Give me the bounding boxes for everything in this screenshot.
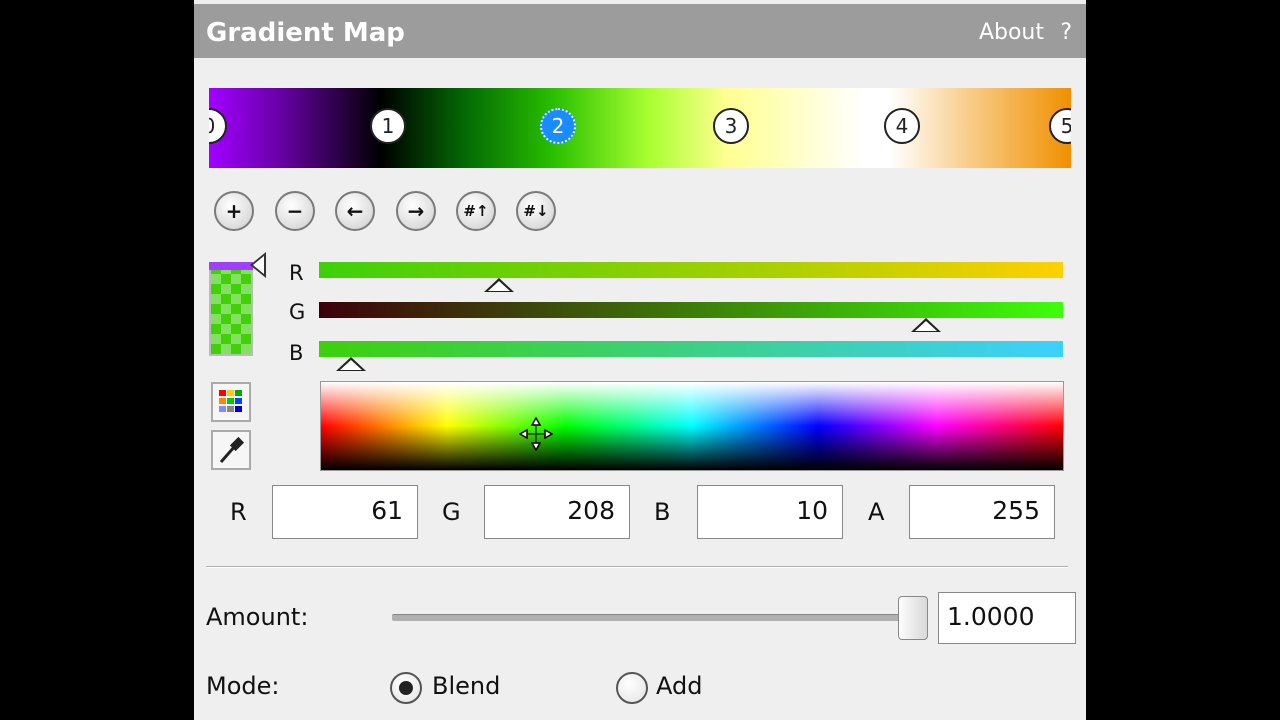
add-stop-button[interactable]: +: [214, 191, 254, 231]
gradient-bar[interactable]: 0 1 2 3 4 5: [209, 88, 1071, 168]
move-stop-right-button[interactable]: →: [396, 191, 436, 231]
blend-label[interactable]: Blend: [432, 672, 500, 700]
g-channel-slider[interactable]: [319, 302, 1063, 318]
move-stop-left-button[interactable]: ←: [335, 191, 375, 231]
add-label[interactable]: Add: [656, 672, 702, 700]
b-channel-label: B: [289, 341, 304, 365]
b-value-field[interactable]: 10: [697, 485, 843, 539]
amount-slider-track[interactable]: [392, 614, 922, 621]
stop-down-icon: #↓: [523, 202, 549, 220]
move-left-icon: ←: [346, 199, 364, 223]
gradient-stop-3[interactable]: 3: [713, 108, 749, 144]
mode-label: Mode:: [206, 672, 280, 700]
picker-crosshair-icon[interactable]: [519, 417, 553, 451]
b-channel-slider[interactable]: [319, 341, 1063, 357]
eyedropper-button[interactable]: [211, 430, 251, 470]
gradient-stop-1[interactable]: 1: [370, 108, 406, 144]
add-stop-icon: +: [225, 199, 243, 223]
about-link[interactable]: About: [979, 20, 1044, 45]
r-channel-thumb[interactable]: [484, 278, 514, 292]
r-value-field[interactable]: 61: [272, 485, 418, 539]
palette-icon: [219, 390, 242, 412]
b-channel-thumb[interactable]: [336, 357, 366, 371]
color-swatch: [209, 262, 253, 356]
stop-up-icon: #↑: [463, 202, 489, 220]
gradient-stop-2-selected[interactable]: 2: [540, 108, 576, 144]
swatch-pointer-inner: [253, 256, 264, 274]
b-value-label: B: [654, 498, 671, 526]
window-title: Gradient Map: [206, 18, 405, 48]
g-value-label: G: [442, 498, 461, 526]
section-divider: [206, 566, 1068, 568]
stop-down-button[interactable]: #↓: [516, 191, 556, 231]
color-spectrum-picker[interactable]: [320, 381, 1064, 471]
blend-radio[interactable]: [390, 672, 422, 704]
help-button[interactable]: ?: [1060, 20, 1072, 45]
amount-label: Amount:: [206, 603, 309, 631]
g-channel-thumb[interactable]: [911, 318, 941, 332]
a-value-field[interactable]: 255: [909, 485, 1055, 539]
r-channel-slider[interactable]: [319, 262, 1063, 278]
r-channel-label: R: [289, 261, 304, 285]
eyedropper-icon: [219, 436, 245, 463]
remove-stop-button[interactable]: −: [275, 191, 315, 231]
add-radio[interactable]: [616, 672, 648, 704]
r-value-label: R: [230, 498, 247, 526]
radio-selected-dot: [399, 681, 413, 695]
title-bar: Gradient Map About ?: [194, 4, 1086, 58]
gradient-stop-4[interactable]: 4: [884, 108, 920, 144]
a-value-label: A: [868, 498, 885, 526]
g-channel-label: G: [289, 300, 306, 324]
gradient-stop-5[interactable]: 5: [1049, 108, 1071, 144]
palette-button[interactable]: [211, 382, 251, 422]
move-right-icon: →: [407, 199, 425, 223]
g-value-field[interactable]: 208: [484, 485, 630, 539]
amount-field[interactable]: 1.0000: [938, 592, 1076, 644]
gradient-stop-0[interactable]: 0: [209, 108, 227, 144]
gradient-map-panel: Gradient Map About ? 0 1 2 3 4 5 + − ← →…: [194, 0, 1086, 720]
remove-stop-icon: −: [286, 199, 304, 223]
stop-up-button[interactable]: #↑: [456, 191, 496, 231]
amount-slider-thumb[interactable]: [898, 596, 928, 640]
previous-color-strip: [209, 262, 253, 270]
